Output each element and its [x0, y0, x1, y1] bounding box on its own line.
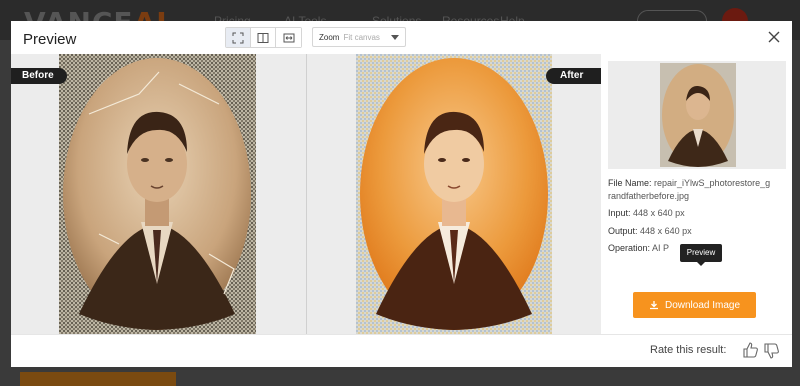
compare-canvas[interactable]: Before After: [11, 54, 601, 334]
preview-tooltip: Preview: [680, 244, 722, 266]
file-name-label: File Name:: [608, 178, 652, 188]
download-label: Download Image: [664, 299, 741, 311]
side-by-side-icon: [283, 33, 294, 42]
view-side-by-side-button[interactable]: [276, 28, 301, 47]
rate-label: Rate this result:: [650, 344, 727, 356]
compare-divider: [306, 54, 307, 334]
thumbs-up-icon[interactable]: [742, 341, 760, 359]
chevron-down-icon: [391, 35, 399, 40]
view-split-button[interactable]: [251, 28, 276, 47]
download-button[interactable]: Download Image: [633, 292, 756, 318]
split-view-icon: [257, 32, 269, 43]
before-label: Before: [11, 68, 67, 84]
result-thumbnail[interactable]: [608, 61, 786, 169]
output-label: Output:: [608, 226, 638, 236]
after-label: After: [546, 68, 601, 84]
view-fit-button[interactable]: [226, 28, 251, 47]
thumbnail-image: [660, 63, 736, 167]
zoom-label: Zoom: [319, 32, 340, 42]
download-icon: [649, 301, 658, 310]
after-image: [356, 54, 552, 334]
zoom-select[interactable]: Zoom Fit canvas: [312, 27, 406, 47]
output-row: Output: 448 x 640 px: [608, 225, 692, 238]
before-image: [59, 54, 256, 334]
view-mode-group: [225, 27, 302, 48]
operation-label: Operation:: [608, 243, 651, 253]
modal-title: Preview: [23, 31, 77, 48]
modal-footer: Rate this result:: [11, 334, 792, 367]
preview-modal: Preview Zoom Fit canvas Before After Fil…: [11, 21, 792, 367]
output-value: 448 x 640 px: [640, 226, 692, 236]
close-icon[interactable]: [767, 30, 781, 44]
file-name-row: File Name: repair_iYlwS_photorestore_g r…: [608, 177, 770, 203]
zoom-value: Fit canvas: [343, 32, 380, 42]
input-value: 448 x 640 px: [633, 208, 685, 218]
file-name-value: repair_iYlwS_photorestore_g: [654, 178, 771, 188]
file-name-value-cont: randfatherbefore.jpg: [608, 191, 690, 201]
operation-value: AI P: [652, 243, 669, 253]
fit-screen-icon: [232, 32, 244, 43]
input-label: Input:: [608, 208, 631, 218]
input-row: Input: 448 x 640 px: [608, 207, 685, 220]
background-button: [20, 372, 176, 386]
thumbs-down-icon[interactable]: [763, 342, 781, 360]
